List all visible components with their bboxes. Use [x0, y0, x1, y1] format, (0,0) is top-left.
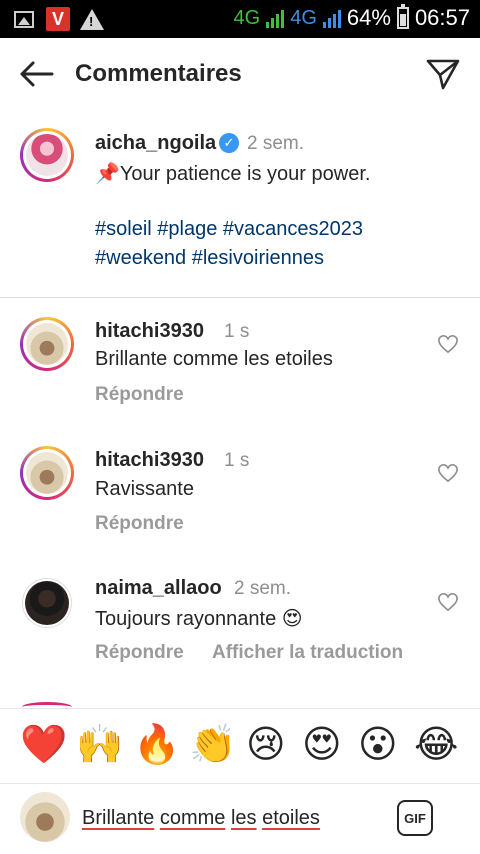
- reply-button[interactable]: Répondre: [95, 642, 184, 664]
- reaction-laughing[interactable]: 😂: [414, 723, 458, 767]
- like-heart-icon[interactable]: [437, 463, 459, 483]
- comment-time: 2 sem.: [234, 578, 292, 599]
- comment-text: Ravissante: [95, 478, 194, 500]
- caption-hashtags-2[interactable]: #weekend #lesivoiriennes: [95, 247, 324, 270]
- avatar[interactable]: [20, 446, 74, 500]
- warning-icon: !: [80, 8, 104, 30]
- avatar: [20, 792, 70, 842]
- app-notification-icon: V: [46, 7, 70, 31]
- back-arrow-icon[interactable]: [18, 60, 54, 88]
- caption-hashtags-1[interactable]: #soleil #plage #vacances2023: [95, 218, 363, 241]
- reaction-crying[interactable]: 😢: [246, 723, 286, 767]
- emoji-reaction-bar: ❤️ 🙌 🔥 👏 😢 😍 😮 😂: [0, 708, 480, 784]
- comment-username[interactable]: hitachi3930: [95, 449, 204, 472]
- caption-text: 📌Your patience is your power.: [95, 163, 371, 185]
- comment-item: hitachi3930 1 s Ravissante Répondre: [0, 430, 480, 560]
- comment-time: 1 s: [224, 450, 250, 471]
- like-heart-icon[interactable]: [437, 592, 459, 612]
- header: Commentaires: [0, 38, 480, 110]
- page-title: Commentaires: [75, 60, 242, 87]
- composer-word: Brillante: [82, 807, 155, 829]
- status-bar: V ! 4G 4G 64% 06:57: [0, 0, 480, 38]
- composer-word: les: [230, 807, 257, 829]
- network-type-2: 4G: [290, 6, 317, 29]
- avatar[interactable]: [20, 128, 74, 182]
- gif-button[interactable]: GIF: [397, 800, 433, 836]
- reaction-surprised[interactable]: 😮: [358, 723, 398, 767]
- translate-button[interactable]: Afficher la traduction: [212, 642, 403, 664]
- reply-button[interactable]: Répondre: [95, 384, 184, 406]
- comment-input[interactable]: Brillante comme les etoiles: [82, 807, 320, 830]
- avatar[interactable]: [22, 578, 72, 628]
- comment-time: 1 s: [224, 321, 250, 342]
- like-heart-icon[interactable]: [437, 334, 459, 354]
- send-icon[interactable]: [425, 56, 461, 92]
- composer-word: comme: [159, 807, 226, 829]
- comment-text: Toujours rayonnante 😍: [95, 608, 303, 630]
- comment-composer: Brillante comme les etoiles GIF: [0, 784, 480, 854]
- reaction-fire[interactable]: 🔥: [133, 723, 180, 767]
- battery-percent: 64%: [346, 5, 391, 30]
- clock: 06:57: [414, 5, 470, 30]
- comment-item: naima_allaoo 2 sem. Toujours rayonnante …: [0, 560, 480, 690]
- caption-time: 2 sem.: [247, 133, 305, 154]
- comment-item: hitachi3930 1 s Brillante comme les etoi…: [0, 300, 480, 430]
- verified-badge-icon: ✓: [219, 133, 239, 153]
- avatar[interactable]: [20, 317, 74, 371]
- reaction-clap[interactable]: 👏: [189, 723, 236, 767]
- reaction-raised-hands[interactable]: 🙌: [76, 723, 123, 767]
- composer-word: etoiles: [262, 807, 320, 829]
- caption-username[interactable]: aicha_ngoila: [95, 132, 216, 155]
- comment-username[interactable]: naima_allaoo: [95, 577, 222, 600]
- network-type-1: 4G: [233, 6, 261, 29]
- comment-text: Brillante comme les etoiles: [95, 348, 333, 370]
- gallery-notification-icon: [12, 8, 36, 30]
- battery-icon: [396, 4, 409, 29]
- reaction-heart[interactable]: ❤️: [20, 723, 67, 767]
- reaction-heart-eyes[interactable]: 😍: [302, 723, 342, 767]
- reply-button[interactable]: Répondre: [95, 513, 184, 535]
- post-caption: aicha_ngoila ✓ 2 sem. 📌Your patience is …: [0, 110, 480, 298]
- signal-icon-2: [322, 8, 341, 28]
- signal-icon-1: [266, 8, 285, 28]
- comment-username[interactable]: hitachi3930: [95, 320, 204, 343]
